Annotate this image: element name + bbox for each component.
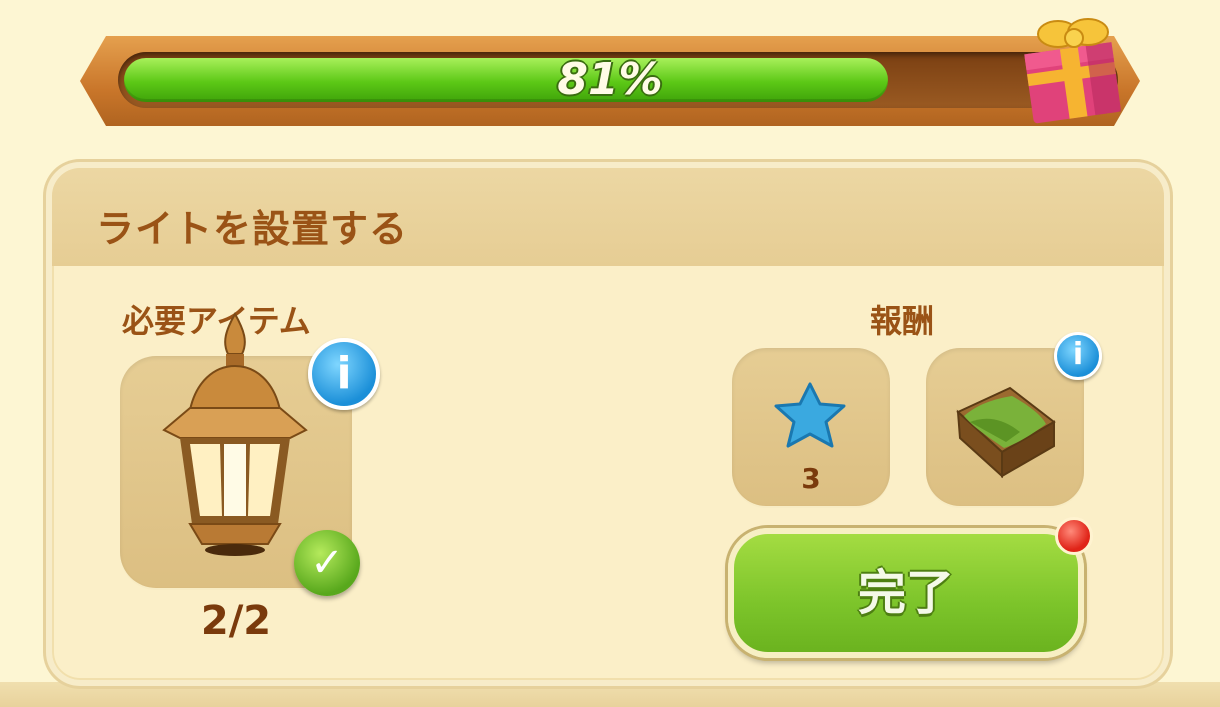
green-cloth-crate-icon (956, 386, 1056, 479)
complete-button-label: 完了 (857, 565, 954, 621)
required-item-info-icon[interactable]: i (308, 338, 380, 410)
reward-info-icon[interactable]: i (1054, 332, 1102, 380)
task-header: ライトを設置する (52, 168, 1164, 266)
reward-star-count: 3 (801, 462, 821, 495)
notification-dot (1055, 517, 1093, 555)
lantern-icon (162, 312, 308, 556)
checkmark-icon: ✓ (294, 530, 360, 596)
gift-box-icon[interactable] (1020, 8, 1124, 126)
required-item-count: 2/2 (200, 598, 272, 644)
complete-button[interactable]: 完了 (728, 528, 1084, 658)
task-title: ライトを設置する (96, 207, 409, 251)
blue-star-icon (774, 382, 846, 448)
rewards-label: 報酬 (870, 302, 935, 340)
